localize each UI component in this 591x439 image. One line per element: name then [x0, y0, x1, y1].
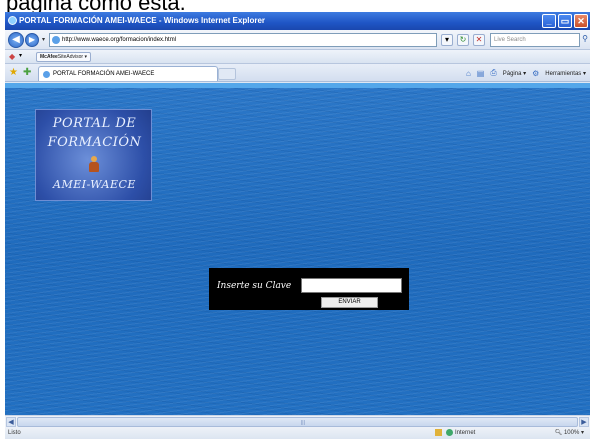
- tools-menu[interactable]: Herramientas ▾: [545, 70, 586, 77]
- address-dropdown-button[interactable]: ▾: [441, 34, 453, 46]
- new-tab-button[interactable]: [218, 68, 236, 80]
- add-favorites-icon[interactable]: ✚: [23, 67, 31, 78]
- search-input[interactable]: Live Search: [490, 33, 580, 47]
- tools-gear-icon: ⚙: [532, 68, 540, 78]
- mcafee-product: SiteAdvisor ▾: [57, 54, 87, 60]
- page-favicon-icon: [52, 36, 60, 44]
- address-url: http://www.waece.org/formacion/index.htm…: [62, 37, 177, 43]
- protected-mode-icon: [435, 428, 442, 436]
- maximize-button[interactable]: ▭: [558, 14, 572, 28]
- browser-window: PORTAL FORMACIÓN AMEI-WAECE - Windows In…: [5, 12, 590, 439]
- tab-label: PORTAL FORMACIÓN AMEI-WAECE: [53, 71, 155, 77]
- navigation-bar: ◀ ▶ ▾ http://www.waece.org/formacion/ind…: [5, 30, 590, 50]
- status-bar: Listo Internet 🔍︎ 100% ▾: [5, 427, 590, 439]
- portal-logo: PORTAL DE FORMACIÓN AMEI-WAECE: [35, 109, 152, 201]
- password-input[interactable]: [301, 278, 402, 293]
- internet-zone-icon: [446, 428, 453, 436]
- favorites-star-icon[interactable]: ★: [9, 67, 18, 78]
- submit-button[interactable]: ENVIAR: [321, 297, 378, 308]
- tab-favicon-icon: [43, 71, 50, 78]
- status-text: Listo: [8, 430, 21, 436]
- zoom-level[interactable]: 🔍︎ 100% ▾: [555, 427, 584, 439]
- feeds-icon[interactable]: ▤: [477, 69, 485, 78]
- minimize-button[interactable]: _: [542, 14, 556, 28]
- stop-button[interactable]: ✕: [473, 34, 485, 46]
- security-zone: Internet: [435, 427, 475, 439]
- title-bar: PORTAL FORMACIÓN AMEI-WAECE - Windows In…: [5, 12, 590, 30]
- window-title: PORTAL FORMACIÓN AMEI-WAECE - Windows In…: [19, 16, 266, 25]
- tab-portal-formacion[interactable]: PORTAL FORMACIÓN AMEI-WAECE: [38, 66, 218, 81]
- search-icon[interactable]: ⚲: [582, 34, 588, 43]
- zone-label: Internet: [455, 430, 476, 436]
- search-placeholder: Live Search: [494, 37, 526, 43]
- logo-line-2: FORMACIÓN: [47, 135, 142, 150]
- back-button[interactable]: ◀: [8, 32, 24, 48]
- mcafee-brand: McAfee: [40, 54, 58, 60]
- zoom-value: 100%: [563, 430, 580, 436]
- login-form: Inserte su Clave ENVIAR: [209, 268, 409, 310]
- page-menu[interactable]: Página ▾: [503, 70, 526, 77]
- child-figure-icon: [88, 156, 100, 172]
- scroll-thumb[interactable]: |||: [17, 417, 578, 427]
- forward-button[interactable]: ▶: [25, 33, 39, 47]
- command-bar: ⌂ ▤ ⎙ Página ▾ ⚙ Herramientas ▾: [466, 68, 586, 78]
- mcafee-siteadvisor-button[interactable]: McAfeeSiteAdvisor ▾: [36, 52, 91, 62]
- window-controls: _ ▭ ✕: [542, 14, 588, 28]
- links-dropdown-icon[interactable]: ▾: [19, 52, 22, 59]
- home-icon[interactable]: ⌂: [466, 69, 471, 78]
- tab-bar: ★ ✚ PORTAL FORMACIÓN AMEI-WAECE ⌂ ▤ ⎙ Pá…: [5, 64, 590, 82]
- password-label: Inserte su Clave: [217, 281, 292, 291]
- address-bar[interactable]: http://www.waece.org/formacion/index.htm…: [49, 33, 437, 47]
- history-dropdown-icon[interactable]: ▾: [42, 36, 45, 43]
- close-button[interactable]: ✕: [574, 14, 588, 28]
- ie-logo-icon: [8, 16, 17, 25]
- print-icon[interactable]: ⎙: [490, 68, 496, 78]
- scroll-grip-icon: |||: [301, 420, 305, 426]
- scroll-left-button[interactable]: ◀: [6, 417, 16, 427]
- links-bar: ◆ ▾ McAfeeSiteAdvisor ▾: [5, 50, 590, 64]
- scroll-right-button[interactable]: ▶: [579, 417, 589, 427]
- page-content: PORTAL DE FORMACIÓN AMEI-WAECE Inserte s…: [5, 83, 590, 415]
- logo-line-1: PORTAL DE: [52, 116, 137, 131]
- top-strip: [5, 83, 590, 88]
- refresh-button[interactable]: ↻: [457, 34, 469, 46]
- mcafee-shield-icon[interactable]: ◆: [9, 52, 15, 61]
- horizontal-scrollbar[interactable]: ◀ ||| ▶: [5, 415, 590, 427]
- logo-line-3: AMEI-WAECE: [53, 178, 136, 191]
